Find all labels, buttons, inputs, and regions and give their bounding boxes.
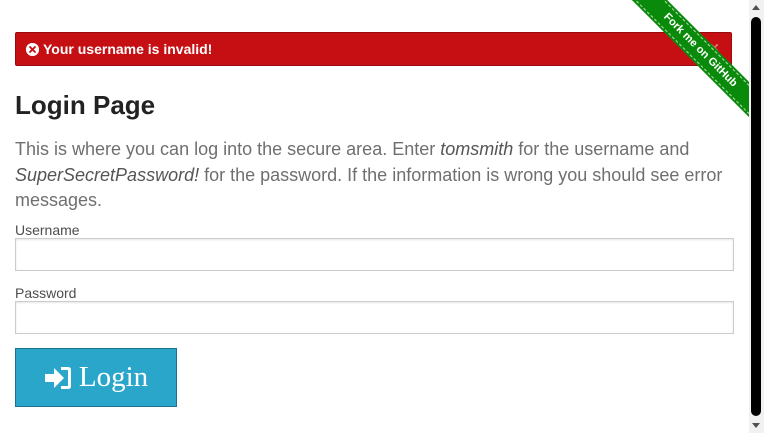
username-input[interactable] <box>15 238 734 271</box>
password-hint: SuperSecretPassword! <box>15 164 200 185</box>
username-hint: tomsmith <box>440 139 514 159</box>
flash-text: Your username is invalid! <box>43 41 213 57</box>
vertical-scrollbar[interactable] <box>749 0 764 433</box>
error-circle-icon <box>26 42 39 56</box>
login-button[interactable]: Login <box>15 348 177 407</box>
scrollbar-thumb[interactable] <box>751 17 761 416</box>
password-label: Password <box>15 285 77 301</box>
page-content: Your username is invalid! × Login Page T… <box>0 0 749 433</box>
description-text-1: This is where you can log into the secur… <box>15 139 441 159</box>
username-label: Username <box>15 222 80 238</box>
fork-me-on-github-link[interactable]: Fork me on GitHub <box>625 0 749 126</box>
sign-in-icon <box>44 365 72 391</box>
login-button-label: Login <box>78 361 149 393</box>
scroll-down-arrow-icon[interactable] <box>752 423 760 428</box>
password-input[interactable] <box>15 301 734 334</box>
github-ribbon-container: Fork me on GitHub <box>599 0 749 150</box>
scroll-up-arrow-icon[interactable] <box>752 5 760 10</box>
page-title: Login Page <box>15 90 156 120</box>
